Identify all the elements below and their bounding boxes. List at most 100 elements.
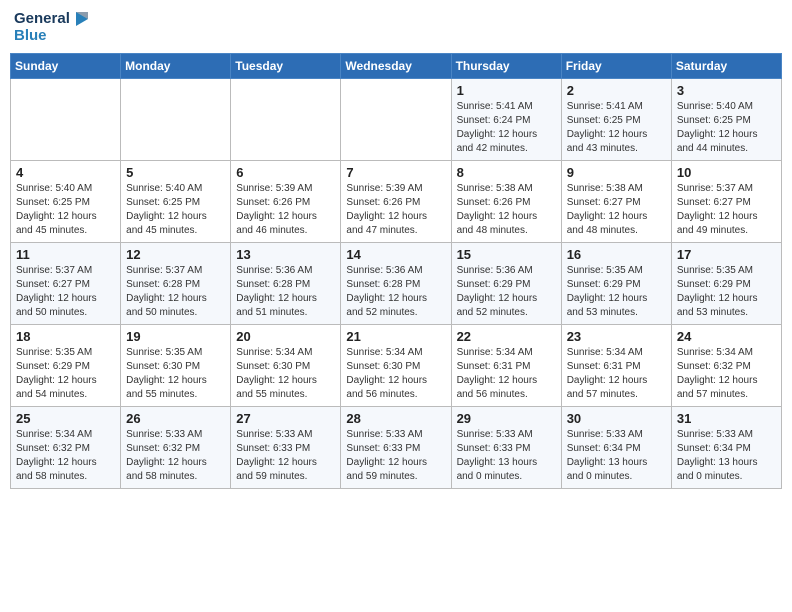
- day-info: Sunrise: 5:38 AM Sunset: 6:27 PM Dayligh…: [567, 182, 666, 238]
- weekday-header: Sunday: [11, 53, 121, 78]
- day-number: 1: [457, 83, 556, 98]
- day-info: Sunrise: 5:34 AM Sunset: 6:31 PM Dayligh…: [457, 346, 556, 402]
- day-info: Sunrise: 5:36 AM Sunset: 6:28 PM Dayligh…: [236, 264, 335, 320]
- calendar-week-row: 4 Sunrise: 5:40 AM Sunset: 6:25 PM Daylig…: [11, 160, 782, 242]
- calendar-cell: 25 Sunrise: 5:34 AM Sunset: 6:32 PM Dayli…: [11, 406, 121, 488]
- weekday-header: Friday: [561, 53, 671, 78]
- day-number: 28: [346, 411, 445, 426]
- day-number: 11: [16, 247, 115, 262]
- day-info: Sunrise: 5:38 AM Sunset: 6:26 PM Dayligh…: [457, 182, 556, 238]
- day-number: 27: [236, 411, 335, 426]
- calendar-week-row: 11 Sunrise: 5:37 AM Sunset: 6:27 PM Dayli…: [11, 242, 782, 324]
- day-number: 15: [457, 247, 556, 262]
- day-info: Sunrise: 5:33 AM Sunset: 6:33 PM Dayligh…: [346, 428, 445, 484]
- day-info: Sunrise: 5:33 AM Sunset: 6:33 PM Dayligh…: [236, 428, 335, 484]
- day-info: Sunrise: 5:34 AM Sunset: 6:30 PM Dayligh…: [346, 346, 445, 402]
- calendar-week-row: 25 Sunrise: 5:34 AM Sunset: 6:32 PM Dayli…: [11, 406, 782, 488]
- calendar-cell: 2 Sunrise: 5:41 AM Sunset: 6:25 PM Daylig…: [561, 78, 671, 160]
- calendar-cell: 28 Sunrise: 5:33 AM Sunset: 6:33 PM Dayli…: [341, 406, 451, 488]
- calendar-cell: 15 Sunrise: 5:36 AM Sunset: 6:29 PM Dayli…: [451, 242, 561, 324]
- day-number: 9: [567, 165, 666, 180]
- day-number: 23: [567, 329, 666, 344]
- day-number: 24: [677, 329, 776, 344]
- day-number: 6: [236, 165, 335, 180]
- day-info: Sunrise: 5:35 AM Sunset: 6:29 PM Dayligh…: [567, 264, 666, 320]
- calendar-cell: 3 Sunrise: 5:40 AM Sunset: 6:25 PM Daylig…: [671, 78, 781, 160]
- calendar-week-row: 1Sunrise: 5:41 AM Sunset: 6:24 PM Daylig…: [11, 78, 782, 160]
- day-info: Sunrise: 5:33 AM Sunset: 6:33 PM Dayligh…: [457, 428, 556, 484]
- logo-text-general: General: [14, 11, 70, 28]
- logo-arrow-icon: [72, 10, 90, 28]
- day-number: 14: [346, 247, 445, 262]
- day-number: 22: [457, 329, 556, 344]
- day-info: Sunrise: 5:34 AM Sunset: 6:30 PM Dayligh…: [236, 346, 335, 402]
- calendar-cell: [121, 78, 231, 160]
- day-number: 25: [16, 411, 115, 426]
- calendar-cell: 8 Sunrise: 5:38 AM Sunset: 6:26 PM Daylig…: [451, 160, 561, 242]
- calendar-cell: 17Sunrise: 5:35 AM Sunset: 6:29 PM Dayli…: [671, 242, 781, 324]
- calendar-cell: 16 Sunrise: 5:35 AM Sunset: 6:29 PM Dayli…: [561, 242, 671, 324]
- calendar-cell: 9 Sunrise: 5:38 AM Sunset: 6:27 PM Daylig…: [561, 160, 671, 242]
- calendar-cell: 7 Sunrise: 5:39 AM Sunset: 6:26 PM Daylig…: [341, 160, 451, 242]
- day-info: Sunrise: 5:33 AM Sunset: 6:32 PM Dayligh…: [126, 428, 225, 484]
- calendar-cell: [231, 78, 341, 160]
- day-number: 19: [126, 329, 225, 344]
- day-info: Sunrise: 5:36 AM Sunset: 6:29 PM Dayligh…: [457, 264, 556, 320]
- calendar-cell: 19 Sunrise: 5:35 AM Sunset: 6:30 PM Dayli…: [121, 324, 231, 406]
- day-number: 17: [677, 247, 776, 262]
- day-info: Sunrise: 5:34 AM Sunset: 6:32 PM Dayligh…: [677, 346, 776, 402]
- day-number: 26: [126, 411, 225, 426]
- day-info: Sunrise: 5:40 AM Sunset: 6:25 PM Dayligh…: [126, 182, 225, 238]
- calendar-table: SundayMondayTuesdayWednesdayThursdayFrid…: [10, 53, 782, 489]
- calendar-header-row: SundayMondayTuesdayWednesdayThursdayFrid…: [11, 53, 782, 78]
- day-number: 4: [16, 165, 115, 180]
- day-info: Sunrise: 5:37 AM Sunset: 6:27 PM Dayligh…: [677, 182, 776, 238]
- calendar-cell: 20Sunrise: 5:34 AM Sunset: 6:30 PM Dayli…: [231, 324, 341, 406]
- day-info: Sunrise: 5:39 AM Sunset: 6:26 PM Dayligh…: [346, 182, 445, 238]
- day-info: Sunrise: 5:37 AM Sunset: 6:27 PM Dayligh…: [16, 264, 115, 320]
- day-info: Sunrise: 5:35 AM Sunset: 6:29 PM Dayligh…: [16, 346, 115, 402]
- day-number: 30: [567, 411, 666, 426]
- calendar-cell: 11 Sunrise: 5:37 AM Sunset: 6:27 PM Dayli…: [11, 242, 121, 324]
- calendar-cell: 12 Sunrise: 5:37 AM Sunset: 6:28 PM Dayli…: [121, 242, 231, 324]
- calendar-cell: 23Sunrise: 5:34 AM Sunset: 6:31 PM Dayli…: [561, 324, 671, 406]
- calendar-cell: 1Sunrise: 5:41 AM Sunset: 6:24 PM Daylig…: [451, 78, 561, 160]
- calendar-week-row: 18Sunrise: 5:35 AM Sunset: 6:29 PM Dayli…: [11, 324, 782, 406]
- page-header: General Blue: [10, 10, 782, 45]
- day-info: Sunrise: 5:35 AM Sunset: 6:30 PM Dayligh…: [126, 346, 225, 402]
- calendar-cell: [11, 78, 121, 160]
- day-number: 7: [346, 165, 445, 180]
- day-number: 2: [567, 83, 666, 98]
- day-info: Sunrise: 5:33 AM Sunset: 6:34 PM Dayligh…: [677, 428, 776, 484]
- calendar-cell: 22 Sunrise: 5:34 AM Sunset: 6:31 PM Dayli…: [451, 324, 561, 406]
- day-number: 5: [126, 165, 225, 180]
- day-info: Sunrise: 5:40 AM Sunset: 6:25 PM Dayligh…: [16, 182, 115, 238]
- calendar-cell: 14 Sunrise: 5:36 AM Sunset: 6:28 PM Dayli…: [341, 242, 451, 324]
- calendar-cell: 29 Sunrise: 5:33 AM Sunset: 6:33 PM Dayli…: [451, 406, 561, 488]
- day-number: 16: [567, 247, 666, 262]
- day-number: 8: [457, 165, 556, 180]
- calendar-cell: 24 Sunrise: 5:34 AM Sunset: 6:32 PM Dayli…: [671, 324, 781, 406]
- calendar-cell: 31Sunrise: 5:33 AM Sunset: 6:34 PM Dayli…: [671, 406, 781, 488]
- weekday-header: Saturday: [671, 53, 781, 78]
- day-info: Sunrise: 5:36 AM Sunset: 6:28 PM Dayligh…: [346, 264, 445, 320]
- weekday-header: Thursday: [451, 53, 561, 78]
- day-info: Sunrise: 5:34 AM Sunset: 6:32 PM Dayligh…: [16, 428, 115, 484]
- day-number: 12: [126, 247, 225, 262]
- day-number: 29: [457, 411, 556, 426]
- calendar-cell: 27 Sunrise: 5:33 AM Sunset: 6:33 PM Dayli…: [231, 406, 341, 488]
- day-info: Sunrise: 5:41 AM Sunset: 6:25 PM Dayligh…: [567, 100, 666, 156]
- day-info: Sunrise: 5:39 AM Sunset: 6:26 PM Dayligh…: [236, 182, 335, 238]
- calendar-cell: 18Sunrise: 5:35 AM Sunset: 6:29 PM Dayli…: [11, 324, 121, 406]
- calendar-cell: 4 Sunrise: 5:40 AM Sunset: 6:25 PM Daylig…: [11, 160, 121, 242]
- day-number: 3: [677, 83, 776, 98]
- logo-text-blue: Blue: [14, 28, 90, 45]
- weekday-header: Wednesday: [341, 53, 451, 78]
- calendar-cell: 26 Sunrise: 5:33 AM Sunset: 6:32 PM Dayli…: [121, 406, 231, 488]
- day-info: Sunrise: 5:40 AM Sunset: 6:25 PM Dayligh…: [677, 100, 776, 156]
- day-info: Sunrise: 5:37 AM Sunset: 6:28 PM Dayligh…: [126, 264, 225, 320]
- day-number: 13: [236, 247, 335, 262]
- calendar-cell: 13 Sunrise: 5:36 AM Sunset: 6:28 PM Dayli…: [231, 242, 341, 324]
- weekday-header: Monday: [121, 53, 231, 78]
- calendar-cell: 21Sunrise: 5:34 AM Sunset: 6:30 PM Dayli…: [341, 324, 451, 406]
